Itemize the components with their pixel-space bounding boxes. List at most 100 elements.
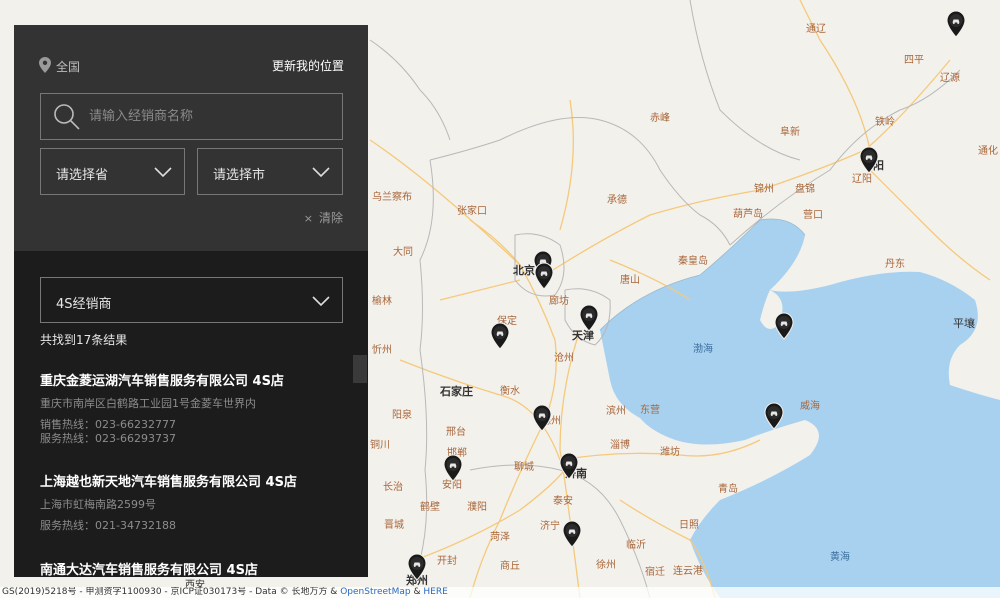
city-label-xinzhou: 忻州 — [372, 345, 392, 356]
dealer-list-item[interactable]: 南通大达汽车销售服务有限公司 4S店 — [40, 559, 350, 577]
city-label-xingtai: 邢台 — [446, 427, 466, 438]
city-label-weifang: 潍坊 — [660, 447, 680, 458]
dealer-list-item[interactable]: 重庆金菱运湖汽车销售服务有限公司 4S店 重庆市南岸区白鹤路工业园1号金菱车世界… — [40, 370, 350, 446]
city-label-binzhou: 滨州 — [606, 406, 626, 417]
location-pin-icon — [39, 57, 51, 73]
city-label-shijiazhuang: 石家庄 — [440, 385, 473, 398]
city-label-linyi: 临沂 — [626, 540, 646, 551]
city-label-rizhao: 日照 — [679, 520, 699, 531]
dealer-name[interactable]: 上海越也新天地汽车销售服务有限公司 4S店 — [40, 471, 350, 490]
city-label-dongying: 东营 — [640, 405, 660, 416]
city-label-lianyungang: 连云港 — [673, 566, 703, 577]
car-dealer-pin-icon[interactable] — [858, 146, 880, 174]
car-dealer-pin-icon[interactable] — [489, 322, 511, 350]
sea-label-bohai: 渤海 — [693, 344, 713, 355]
current-location-label: 全国 — [56, 60, 81, 74]
city-label-panjin: 盘锦 — [795, 184, 815, 195]
sea-label-huanghai: 黄海 — [830, 552, 850, 563]
city-label-yangquan: 阳泉 — [392, 410, 412, 421]
province-select-label: 请选择省 — [56, 168, 109, 183]
city-label-dandong: 丹东 — [885, 259, 905, 270]
city-label-chifeng: 赤峰 — [650, 113, 670, 124]
result-list-scrollbar[interactable] — [353, 355, 367, 383]
update-location-link[interactable]: 更新我的位置 — [272, 57, 344, 74]
city-label-hengshui: 衡水 — [500, 386, 520, 397]
result-count: 共找到17条结果 — [40, 333, 128, 347]
chevron-down-icon — [154, 167, 172, 178]
province-select[interactable]: 请选择省 — [40, 148, 185, 195]
close-icon: × — [303, 212, 313, 225]
city-select[interactable]: 请选择市 — [197, 148, 343, 195]
car-dealer-pin-icon[interactable] — [533, 262, 555, 290]
city-label-taian: 泰安 — [553, 496, 573, 507]
city-label-heze: 菏泽 — [490, 532, 510, 543]
city-label-liaoyang: 辽阳 — [852, 174, 872, 185]
clear-filters-button[interactable]: × 清除 — [304, 209, 343, 226]
search-icon — [54, 104, 80, 130]
car-dealer-pin-icon[interactable] — [578, 304, 600, 332]
city-label-zibo: 淄博 — [610, 440, 630, 451]
chevron-down-icon — [312, 167, 330, 178]
attribution-text: GS(2019)5218号 - 甲测资字1100930 - 京ICP证03017… — [2, 587, 338, 597]
map-attribution: GS(2019)5218号 - 甲测资字1100930 - 京ICP证03017… — [0, 587, 1000, 598]
city-label-jincheng: 晋城 — [384, 520, 404, 531]
dealer-type-select[interactable]: 4S经销商 — [40, 277, 343, 323]
dealer-name[interactable]: 重庆金菱运湖汽车销售服务有限公司 4S店 — [40, 370, 350, 389]
city-label-kaifeng: 开封 — [437, 556, 457, 567]
car-dealer-pin-icon[interactable] — [558, 452, 580, 480]
city-label-siping: 四平 — [904, 55, 924, 66]
dealer-sales-phone: 销售热线：023-66232777 — [40, 418, 176, 431]
city-label-shangqiu: 商丘 — [500, 561, 520, 572]
dealer-search-panel: 全国 更新我的位置 请选择省 请选择市 × 清除 4S经销商 — [14, 25, 368, 577]
attribution-amp: & — [413, 587, 421, 597]
attribution-osm-link[interactable]: OpenStreetMap — [340, 587, 410, 597]
dealer-name[interactable]: 南通大达汽车销售服务有限公司 4S店 — [40, 559, 350, 577]
dealer-address: 重庆市南岸区白鹤路工业园1号金菱车世界内 — [40, 397, 256, 410]
dealer-search-box[interactable] — [40, 93, 343, 140]
car-dealer-pin-icon[interactable] — [763, 402, 785, 430]
city-label-tongchuan: 铜川 — [370, 440, 390, 451]
dealer-search-input[interactable] — [89, 94, 339, 139]
city-label-datong: 大同 — [393, 247, 413, 258]
city-label-jining: 济宁 — [540, 521, 560, 532]
city-label-hebi: 鹤壁 — [420, 502, 440, 513]
car-dealer-pin-icon[interactable] — [406, 553, 428, 581]
city-select-label: 请选择市 — [213, 168, 266, 183]
chevron-down-icon — [312, 296, 330, 307]
car-dealer-pin-icon[interactable] — [442, 454, 464, 482]
clear-label: 清除 — [318, 211, 343, 225]
city-label-tonghua: 通化 — [978, 146, 998, 157]
dealer-list-item[interactable]: 上海越也新天地汽车销售服务有限公司 4S店 上海市虹梅南路2599号 服务热线：… — [40, 471, 350, 533]
city-label-yingkou: 营口 — [803, 210, 823, 221]
city-label-weihai: 威海 — [800, 401, 820, 412]
car-dealer-pin-icon[interactable] — [561, 520, 583, 548]
city-label-changzhi: 长治 — [383, 482, 403, 493]
dealer-service-phone: 服务热线：021-34732188 — [40, 519, 176, 532]
city-label-fuxin: 阜新 — [780, 127, 800, 138]
car-dealer-pin-icon[interactable] — [531, 404, 553, 432]
dealer-address: 上海市虹梅南路2599号 — [40, 498, 156, 511]
city-label-xuzhou: 徐州 — [596, 560, 616, 571]
city-label-cangzhou: 沧州 — [554, 353, 574, 364]
city-label-zhangjiakou: 张家口 — [457, 206, 487, 217]
filter-section: 全国 更新我的位置 请选择省 请选择市 × 清除 — [14, 25, 368, 251]
city-label-liaocheng: 聊城 — [514, 462, 534, 473]
city-label-yulin: 榆林 — [372, 296, 392, 307]
car-dealer-pin-icon[interactable] — [945, 10, 967, 38]
city-label-tangshan: 唐山 — [620, 275, 640, 286]
car-dealer-pin-icon[interactable] — [773, 312, 795, 340]
dealer-type-label: 4S经销商 — [56, 297, 112, 312]
city-label-tieling: 铁岭 — [875, 117, 895, 128]
city-label-pingrang: 平壤 — [953, 317, 975, 330]
city-label-qinhuangdao: 秦皇岛 — [678, 256, 708, 267]
city-label-jinzhou: 锦州 — [754, 184, 774, 195]
city-label-tongliao: 通辽 — [806, 24, 826, 35]
city-label-wulanchabu: 乌兰察布 — [372, 192, 412, 203]
attribution-here-link[interactable]: HERE — [423, 587, 447, 597]
city-label-chengde: 承德 — [607, 195, 627, 206]
city-label-puyang: 濮阳 — [467, 502, 487, 513]
city-label-liaoyuan: 辽源 — [940, 73, 960, 84]
dealer-service-phone: 服务热线：023-66293737 — [40, 432, 176, 445]
city-label-huludao: 葫芦岛 — [733, 209, 763, 220]
location-row: 全国 更新我的位置 — [39, 57, 344, 74]
